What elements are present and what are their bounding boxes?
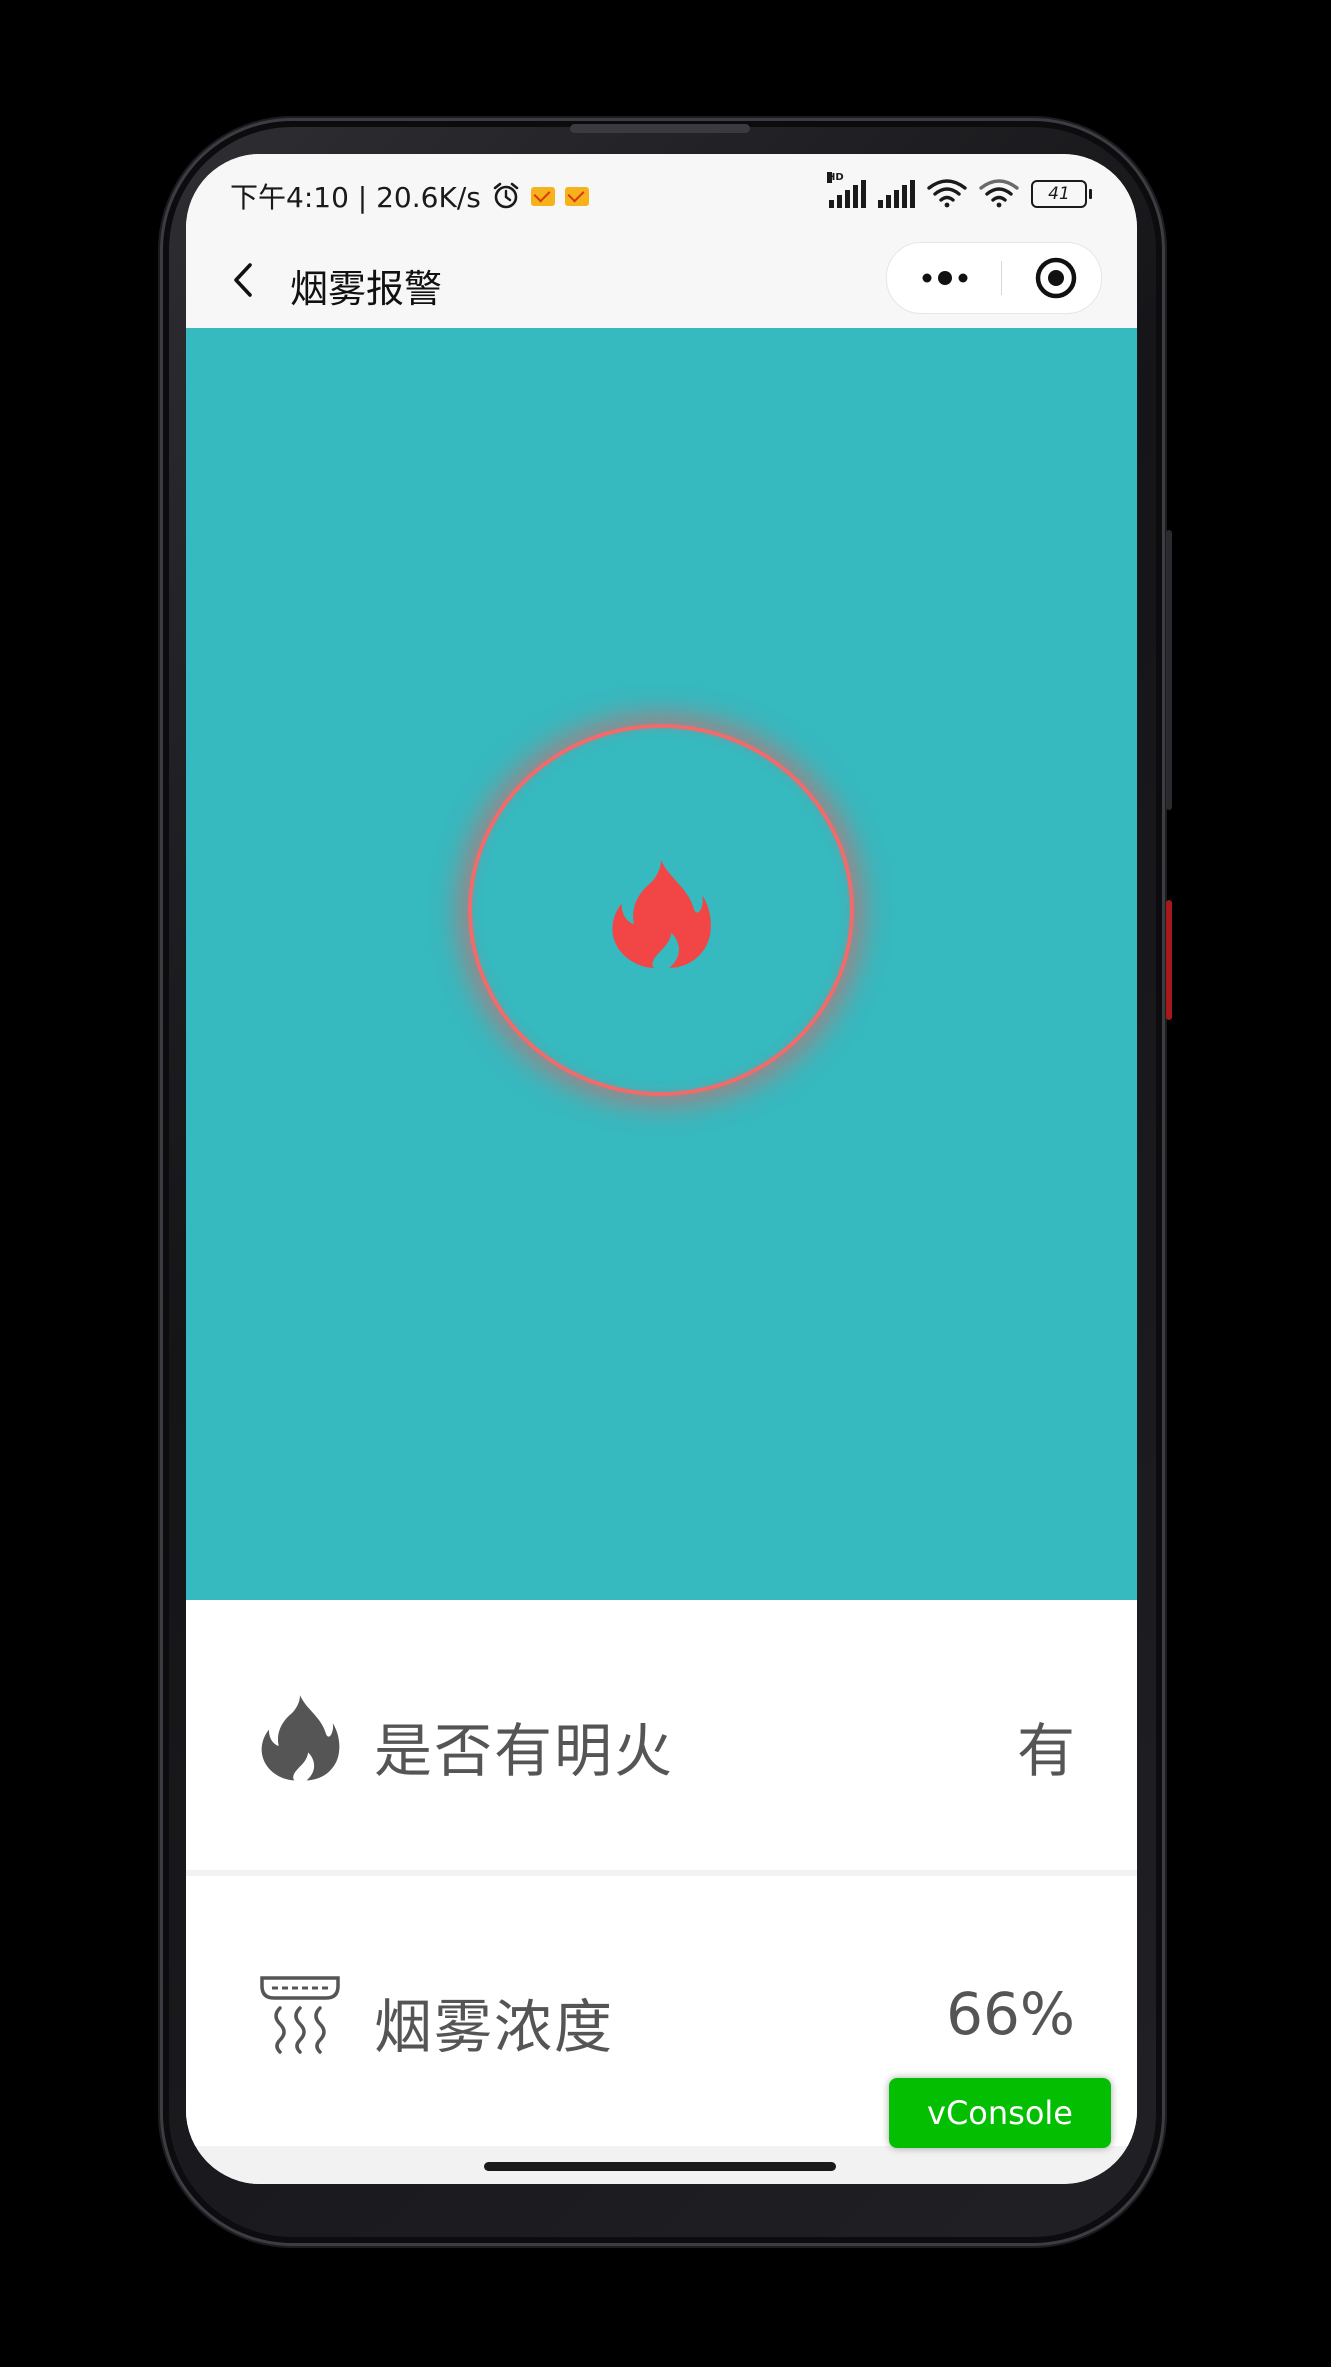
status-time: 下午4:10 | 20.6K/s [230,181,481,214]
smoke-concentration-label: 烟雾浓度 [374,1993,615,2061]
page-title: 烟雾报警 [290,267,443,311]
close-mini-program-icon[interactable] [1023,243,1089,313]
mini-program-capsule [886,242,1102,314]
nav-bar: 烟雾报警 [186,234,1137,328]
flame-icon [612,860,711,968]
back-arrow-icon[interactable] [224,260,264,300]
status-left: 下午4:10 | 20.6K/s [230,176,589,216]
vconsole-button[interactable]: vConsole [889,2078,1111,2148]
power-button [1166,900,1172,1020]
earpiece-speaker [570,124,750,133]
wifi-icon [927,179,967,208]
status-right: HD 41 [827,172,1092,208]
alarm-status-panel [186,328,1137,1600]
home-indicator[interactable] [484,2162,836,2171]
more-options-icon[interactable] [909,243,981,313]
screen: 下午4:10 | 20.6K/s HD 41 烟雾报警 是否有明火 有 烟雾浓度… [186,154,1137,2184]
signal-hd-icon: HD [827,172,866,208]
alarm-clock-icon [493,182,519,209]
status-bar: 下午4:10 | 20.6K/s HD 41 [186,154,1137,234]
mail-notification-icon [564,186,589,206]
battery-icon: 41 [1031,180,1092,208]
volume-button [1166,530,1172,810]
open-fire-label: 是否有明火 [374,1717,675,1785]
smoke-detector-icon [260,1976,340,2054]
wifi-hotspot-icon [979,179,1019,208]
list-item: 是否有明火 有 [186,1600,1137,1870]
flame-icon [261,1695,340,1781]
open-fire-value: 有 [1016,1717,1075,1785]
capsule-divider [1001,261,1002,295]
signal-icon [878,180,915,208]
mail-notification-icon [530,186,555,206]
hd-label: HD [827,172,844,183]
smoke-concentration-value: 66% [946,1980,1075,2048]
